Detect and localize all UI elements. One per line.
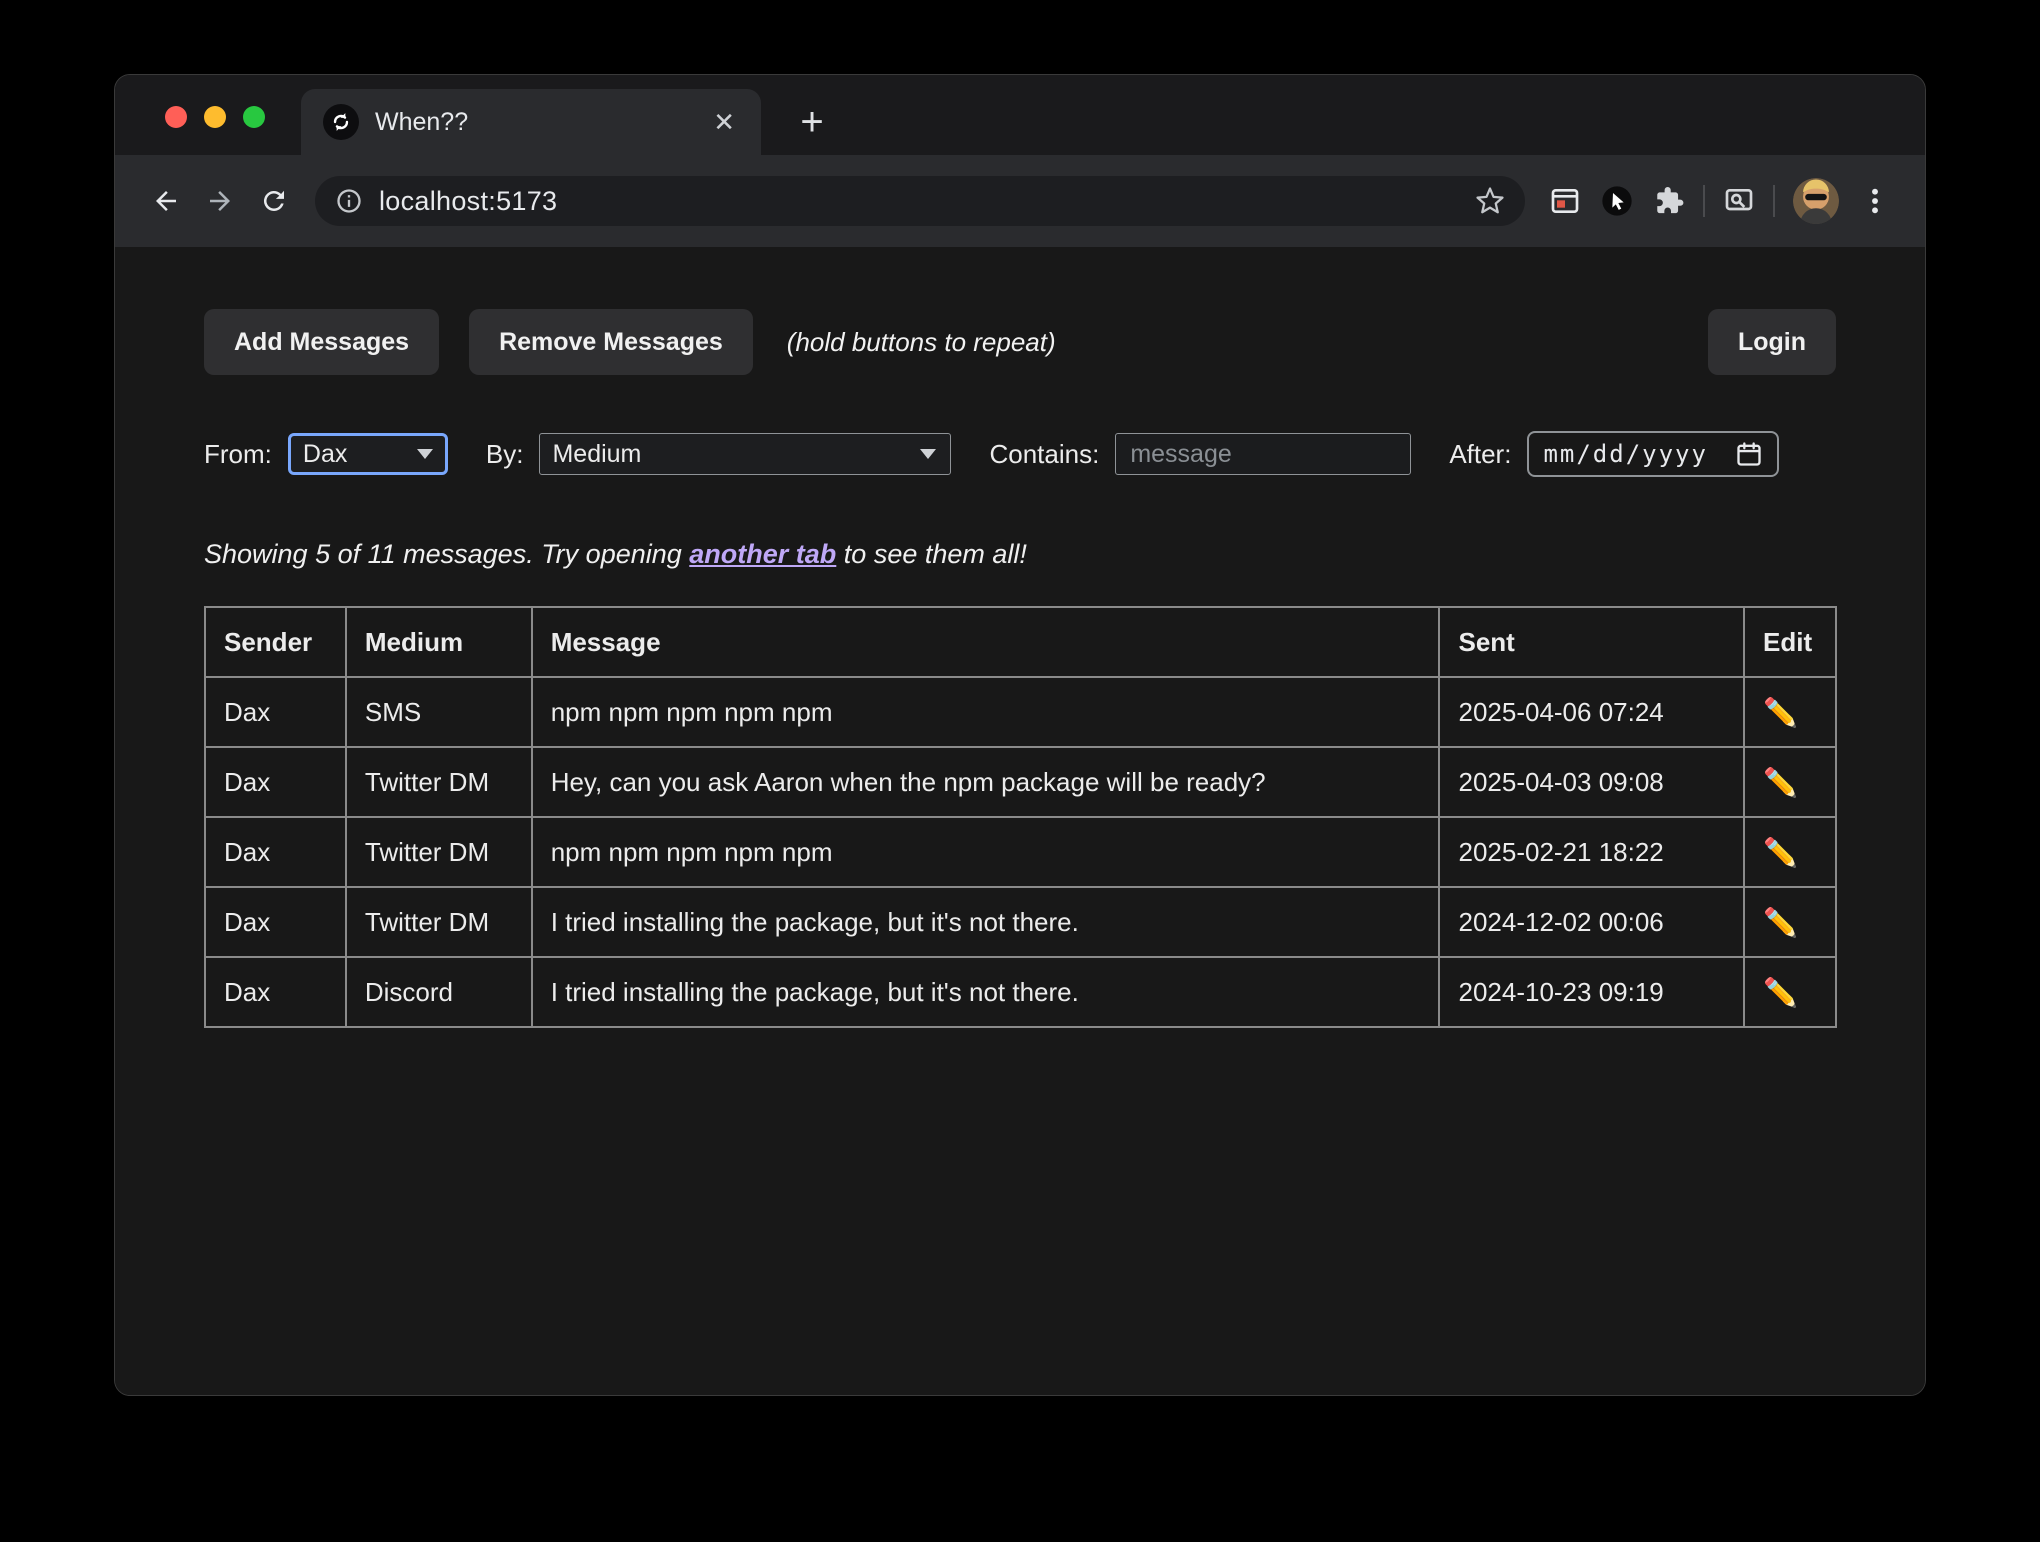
browser-toolbar: localhost:5173 [115,155,1925,247]
contains-input[interactable] [1115,433,1411,475]
contains-filter-group: Contains: [989,433,1411,475]
edit-pencil-icon[interactable]: ✏️ [1763,766,1798,799]
header-medium: Medium [346,607,532,677]
cell-medium: Twitter DM [346,887,532,957]
from-filter-group: From: Dax [204,433,448,475]
login-button[interactable]: Login [1708,309,1836,375]
by-label: By: [486,439,524,470]
cell-medium: Twitter DM [346,817,532,887]
cell-sender: Dax [205,957,346,1027]
cell-message: Hey, can you ask Aaron when the npm pack… [532,747,1440,817]
table-row: Dax SMS npm npm npm npm npm 2025-04-06 0… [205,677,1836,747]
browser-window: When?? ✕ + localhost:5173 [114,74,1926,1396]
url-text: localhost:5173 [379,186,557,217]
cell-sender: Dax [205,747,346,817]
from-label: From: [204,439,272,470]
edit-pencil-icon[interactable]: ✏️ [1763,976,1798,1009]
by-filter-group: By: Medium [486,433,952,475]
edit-pencil-icon[interactable]: ✏️ [1763,836,1798,869]
header-edit: Edit [1744,607,1836,677]
status-suffix: to see them all! [836,539,1027,569]
calendar-icon[interactable] [1735,440,1763,468]
cursor-extension-icon[interactable] [1591,175,1643,227]
table-header-row: Sender Medium Message Sent Edit [205,607,1836,677]
cell-sent: 2025-02-21 18:22 [1439,817,1744,887]
table-row: Dax Discord I tried installing the packa… [205,957,1836,1027]
cell-message: npm npm npm npm npm [532,677,1440,747]
site-info-icon[interactable] [335,187,363,215]
cell-medium: SMS [346,677,532,747]
status-text: Showing 5 of 11 messages. Try opening an… [204,539,1836,570]
cell-message: I tried installing the package, but it's… [532,957,1440,1027]
back-button[interactable] [139,174,193,228]
by-select[interactable]: Medium [539,433,951,475]
another-tab-link[interactable]: another tab [689,539,836,569]
after-label: After: [1449,439,1511,470]
cell-message: npm npm npm npm npm [532,817,1440,887]
cell-medium: Twitter DM [346,747,532,817]
traffic-lights [165,106,265,128]
red-panel-extension-icon[interactable] [1539,175,1591,227]
tab-strip: When?? ✕ + [115,75,1925,155]
cell-message: I tried installing the package, but it's… [532,887,1440,957]
after-filter-group: After: mm/dd/yyyy [1449,431,1779,477]
cell-sent: 2024-12-02 00:06 [1439,887,1744,957]
cell-edit: ✏️ [1744,957,1836,1027]
cell-sender: Dax [205,817,346,887]
url-bar[interactable]: localhost:5173 [315,176,1525,226]
cell-sent: 2025-04-06 07:24 [1439,677,1744,747]
tab-close-icon[interactable]: ✕ [709,105,739,139]
cell-edit: ✏️ [1744,887,1836,957]
window-minimize-button[interactable] [204,106,226,128]
after-date-input[interactable]: mm/dd/yyyy [1527,431,1779,477]
remove-messages-button[interactable]: Remove Messages [469,309,753,375]
tab-title: When?? [375,108,709,137]
bookmark-star-icon[interactable] [1475,186,1505,216]
from-select-wrap: Dax [288,433,448,475]
edit-pencil-icon[interactable]: ✏️ [1763,906,1798,939]
back-arrow-icon [151,186,181,216]
cell-sender: Dax [205,677,346,747]
cell-edit: ✏️ [1744,817,1836,887]
table-row: Dax Twitter DM npm npm npm npm npm 2025-… [205,817,1836,887]
sync-favicon-icon [323,104,359,140]
status-prefix: Showing 5 of 11 messages. Try opening [204,539,689,569]
actions-row: Add Messages Remove Messages (hold butto… [204,309,1836,375]
toolbar-divider [1703,185,1705,217]
cell-edit: ✏️ [1744,747,1836,817]
forward-arrow-icon [205,186,235,216]
toolbar-divider [1773,185,1775,217]
reload-button[interactable] [247,174,301,228]
cell-sent: 2025-04-03 09:08 [1439,747,1744,817]
window-zoom-button[interactable] [243,106,265,128]
cell-sent: 2024-10-23 09:19 [1439,957,1744,1027]
from-select[interactable]: Dax [288,433,448,475]
messages-table: Sender Medium Message Sent Edit Dax SMS … [204,606,1837,1028]
page-content: Add Messages Remove Messages (hold butto… [115,247,1925,1396]
browser-tab[interactable]: When?? ✕ [301,89,761,155]
filters-row: From: Dax By: Medium Contains: [204,431,1836,477]
reload-icon [259,186,289,216]
hold-buttons-hint: (hold buttons to repeat) [787,327,1056,358]
contains-label: Contains: [989,439,1099,470]
extensions-puzzle-icon[interactable] [1643,175,1695,227]
header-sent: Sent [1439,607,1744,677]
header-message: Message [532,607,1440,677]
cell-sender: Dax [205,887,346,957]
profile-avatar[interactable] [1793,178,1839,224]
header-sender: Sender [205,607,346,677]
edit-pencil-icon[interactable]: ✏️ [1763,696,1798,729]
add-messages-button[interactable]: Add Messages [204,309,439,375]
forward-button[interactable] [193,174,247,228]
new-tab-button[interactable]: + [787,97,837,147]
cell-medium: Discord [346,957,532,1027]
window-close-button[interactable] [165,106,187,128]
table-row: Dax Twitter DM Hey, can you ask Aaron wh… [205,747,1836,817]
browser-menu-icon[interactable] [1849,175,1901,227]
by-select-wrap: Medium [539,433,951,475]
date-placeholder: mm/dd/yyyy [1543,440,1721,468]
screen-search-icon[interactable] [1713,175,1765,227]
cell-edit: ✏️ [1744,677,1836,747]
table-row: Dax Twitter DM I tried installing the pa… [205,887,1836,957]
